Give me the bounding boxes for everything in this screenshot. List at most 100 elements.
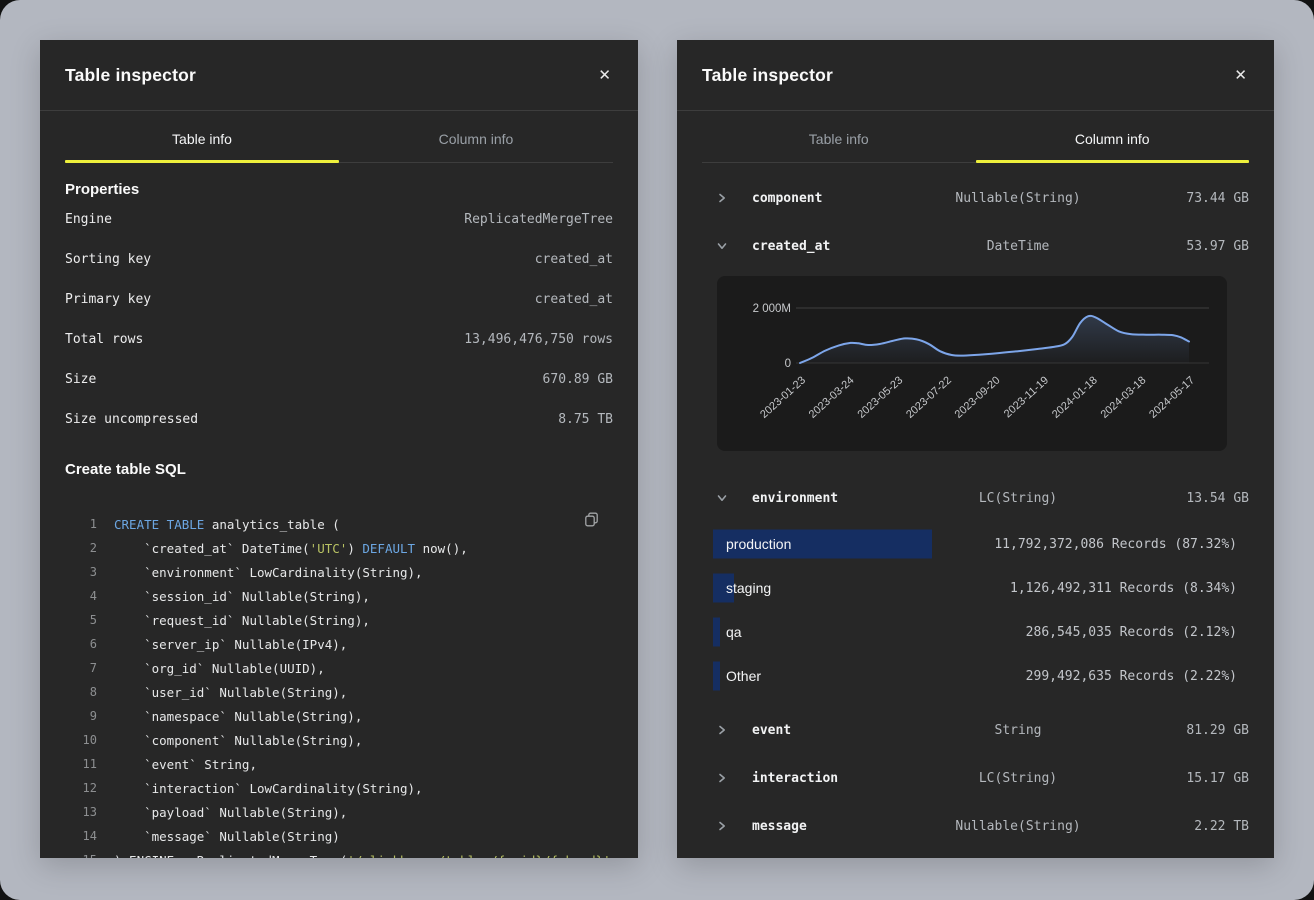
environment-value-breakdown: production 11,792,372,086 Records (87.32%…	[702, 522, 1249, 698]
x-axis-tick-label: 2023-05-23	[855, 374, 905, 421]
column-type: Nullable(String)	[902, 191, 1134, 206]
code-line: 13 `payload` Nullable(String),	[65, 800, 613, 824]
env-value-records: 299,492,635 Records (2.22%)	[1026, 669, 1237, 684]
code-line: 11 `event` String,	[65, 752, 613, 776]
code-text: `user_id` Nullable(String),	[114, 685, 347, 700]
tab-table-info[interactable]: Table info	[65, 111, 339, 162]
code-line: 10 `component` Nullable(String),	[65, 728, 613, 752]
table-inspector-panel-left: Table inspector ✕ Table info Column info…	[40, 40, 638, 858]
column-row-event[interactable]: eventString81.29 GB	[702, 706, 1249, 754]
env-value-records: 11,792,372,086 Records (87.32%)	[994, 537, 1237, 552]
tab-table-info[interactable]: Table info	[702, 111, 976, 162]
screen: Table inspector ✕ Table info Column info…	[0, 0, 1314, 900]
code-text: `namespace` Nullable(String),	[114, 709, 362, 724]
property-label: Size	[65, 372, 96, 387]
x-axis-tick-label: 2023-07-22	[904, 374, 954, 421]
line-number: 10	[65, 733, 97, 747]
column-row-created_at[interactable]: created_atDateTime53.97 GB	[702, 222, 1249, 270]
code-line: 5 `request_id` Nullable(String),	[65, 608, 613, 632]
column-type: LC(String)	[902, 491, 1134, 506]
close-icon: ✕	[1234, 66, 1247, 84]
panel-header: Table inspector ✕	[40, 40, 638, 111]
tab-column-info[interactable]: Column info	[339, 111, 613, 162]
property-row: Primary keycreated_at	[65, 279, 613, 319]
code-line: 8 `user_id` Nullable(String),	[65, 680, 613, 704]
chevron-right-icon	[717, 193, 727, 203]
x-axis-tick-label: 2024-05-17	[1147, 374, 1197, 421]
tab-bar: Table info Column info	[65, 111, 613, 163]
table-info-content: Properties EngineReplicatedMergeTreeSort…	[40, 163, 638, 858]
code-text: `server_ip` Nullable(IPv4),	[114, 637, 347, 652]
tab-column-info[interactable]: Column info	[976, 111, 1250, 162]
column-name: event	[752, 723, 902, 738]
column-list: componentNullable(String)73.44 GBcreated…	[677, 174, 1274, 850]
tab-bar: Table info Column info	[702, 111, 1249, 163]
property-label: Size uncompressed	[65, 412, 198, 427]
line-number: 15	[65, 853, 97, 858]
column-row-interaction[interactable]: interactionLC(String)15.17 GB	[702, 754, 1249, 802]
code-line: 6 `server_ip` Nullable(IPv4),	[65, 632, 613, 656]
line-number: 7	[65, 661, 97, 675]
x-axis-tick-label: 2024-03-18	[1099, 374, 1149, 421]
code-line: 9 `namespace` Nullable(String),	[65, 704, 613, 728]
code-line: 14 `message` Nullable(String)	[65, 824, 613, 848]
env-value-row: production 11,792,372,086 Records (87.32%…	[713, 522, 1249, 566]
code-line: 15) ENGINE = ReplicatedMergeTree('/click…	[65, 848, 613, 858]
properties-heading: Properties	[65, 163, 613, 199]
column-row-message[interactable]: messageNullable(String)2.22 TB	[702, 802, 1249, 850]
column-row-environment[interactable]: environmentLC(String)13.54 GB	[702, 474, 1249, 522]
column-type: Nullable(String)	[902, 819, 1134, 834]
line-number: 3	[65, 565, 97, 579]
line-number: 1	[65, 517, 97, 531]
close-button[interactable]: ✕	[596, 66, 613, 85]
line-number: 6	[65, 637, 97, 651]
code-text: `message` Nullable(String)	[114, 829, 340, 844]
column-size: 2.22 TB	[1134, 819, 1249, 834]
close-button[interactable]: ✕	[1232, 66, 1249, 85]
code-line: 2 `created_at` DateTime('UTC') DEFAULT n…	[65, 536, 613, 560]
property-value: created_at	[535, 292, 613, 307]
code-text: `org_id` Nullable(UUID),	[114, 661, 325, 676]
column-size: 13.54 GB	[1134, 491, 1249, 506]
property-value: 670.89 GB	[543, 372, 613, 387]
panel-title: Table inspector	[65, 65, 196, 86]
copy-button[interactable]	[584, 512, 599, 527]
env-value-bar	[713, 618, 720, 647]
property-label: Engine	[65, 212, 112, 227]
property-value: created_at	[535, 252, 613, 267]
env-value-records: 1,126,492,311 Records (8.34%)	[1010, 581, 1237, 596]
column-type: String	[902, 723, 1134, 738]
y-axis-tick-label: 2 000M	[753, 303, 791, 315]
column-name: environment	[752, 491, 902, 506]
area-fill	[800, 316, 1189, 363]
property-value: 13,496,476,750 rows	[464, 332, 613, 347]
created-at-distribution-chart: 2 000M02023-01-232023-03-242023-05-23202…	[717, 276, 1227, 449]
env-value-label: production	[726, 536, 791, 552]
code-line: 12 `interaction` LowCardinality(String),	[65, 776, 613, 800]
column-size: 53.97 GB	[1134, 239, 1249, 254]
column-size: 15.17 GB	[1134, 771, 1249, 786]
chevron-down-icon	[717, 493, 727, 503]
env-value-label: Other	[726, 668, 761, 684]
x-axis-tick-label: 2023-09-20	[953, 374, 1003, 421]
create-table-sql-heading: Create table SQL	[65, 439, 613, 479]
column-type: DateTime	[902, 239, 1134, 254]
code-text: `session_id` Nullable(String),	[114, 589, 370, 604]
code-text: `created_at` DateTime('UTC') DEFAULT now…	[114, 541, 468, 556]
column-size: 73.44 GB	[1134, 191, 1249, 206]
column-name: created_at	[752, 239, 902, 254]
code-text: `payload` Nullable(String),	[114, 805, 347, 820]
column-row-component[interactable]: componentNullable(String)73.44 GB	[702, 174, 1249, 222]
property-label: Total rows	[65, 332, 143, 347]
panel-title: Table inspector	[702, 65, 833, 86]
x-axis-tick-label: 2023-11-19	[1002, 374, 1051, 420]
code-text: `event` String,	[114, 757, 257, 772]
property-value: 8.75 TB	[558, 412, 613, 427]
env-value-row: Other 299,492,635 Records (2.22%)	[713, 654, 1249, 698]
column-name: component	[752, 191, 902, 206]
line-number: 4	[65, 589, 97, 603]
line-number: 11	[65, 757, 97, 771]
env-value-row: staging1,126,492,311 Records (8.34%)	[713, 566, 1249, 610]
chart-card: 2 000M02023-01-232023-03-242023-05-23202…	[717, 276, 1227, 451]
property-row: Size 670.89 GB	[65, 359, 613, 399]
